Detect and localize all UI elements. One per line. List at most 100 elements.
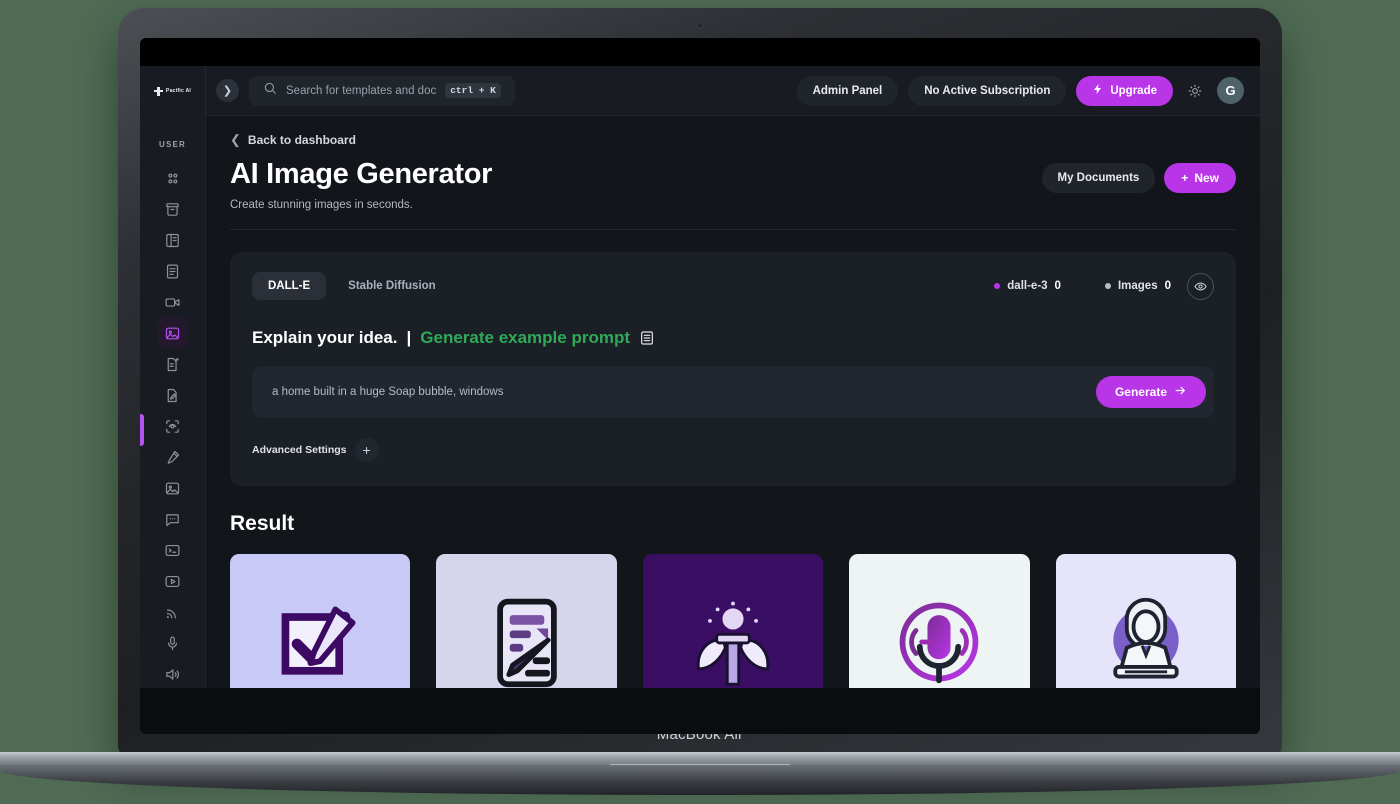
my-documents-button[interactable]: My Documents [1041,163,1156,193]
winged-sword-icon [685,594,781,690]
counter-value: 0 [1054,280,1061,293]
sidebar-item-dashboard[interactable] [158,163,188,193]
subscription-status-button[interactable]: No Active Subscription [908,75,1067,106]
sidebar-item-ai-writer[interactable] [158,349,188,379]
upgrade-label: Upgrade [1110,84,1157,97]
person-laptop-icon [1098,594,1194,690]
advanced-settings-row[interactable]: Advanced Settings + [252,438,1214,463]
new-button[interactable]: + New [1164,163,1236,193]
title-row: AI Image Generator Create stunning image… [230,158,1236,211]
back-to-dashboard-link[interactable]: ❮ Back to dashboard [230,132,1236,148]
upgrade-button[interactable]: Upgrade [1076,75,1173,106]
title-actions: My Documents + New [1041,158,1236,193]
model-tabs: DALL-E Stable Diffusion [252,272,452,301]
grid-dots-icon [164,170,181,187]
counters: dall-e-3 0 Images 0 [950,280,1171,292]
search-input[interactable]: Search for templates and doc ctrl + K [249,75,515,106]
sidebar-item-pen-tool[interactable] [158,442,188,472]
title-block: AI Image Generator Create stunning image… [230,158,492,211]
sidebar-item-file-edit[interactable] [158,380,188,410]
plus-icon: + [1181,171,1189,185]
prompt-value: a home built in a huge Soap bubble, wind… [272,386,504,399]
sidebar-section-label: USER [158,140,187,149]
sidebar-item-code[interactable] [158,535,188,565]
generate-label: Generate [1114,385,1167,400]
chat-bubble-icon [164,511,181,528]
chevron-left-icon: ❮ [230,132,241,147]
search-placeholder: Search for templates and doc [286,84,437,97]
sidebar-item-video[interactable] [158,287,188,317]
sidebar-item-documents[interactable] [158,256,188,286]
idea-label: Explain your idea. [252,328,398,348]
sidebar-item-templates[interactable] [158,225,188,255]
sidebar-item-media[interactable] [158,566,188,596]
document-sparkle-icon [164,356,181,373]
scan-eye-icon [164,418,181,435]
microphone-icon [164,635,181,652]
header-divider [230,229,1236,231]
sidebar-item-speech-to-text[interactable] [158,628,188,658]
advanced-settings-label: Advanced Settings [252,444,347,457]
checkbox-pencil-icon [272,594,368,690]
arrow-right-icon [1174,384,1187,400]
terminal-icon [164,542,181,559]
document-lines-icon [164,263,181,280]
brand[interactable]: Pacific AI [140,66,205,116]
back-label: Back to dashboard [247,133,356,147]
result-title: Result [230,512,295,536]
file-pencil-icon [164,387,181,404]
page-subtitle: Create stunning images in seconds. [230,199,413,212]
search-shortcut-badge: ctrl + K [445,83,501,98]
laptop-screen: Pacific AI USER ❯ Search for templates a… [140,38,1260,734]
webcam-dot [696,22,704,29]
page-header: ❮ Back to dashboard AI Image Generator C… [206,116,1260,231]
new-label: New [1194,171,1219,185]
prompt-input[interactable]: a home built in a huge Soap bubble, wind… [252,366,1214,419]
sidebar-nav-list [157,163,188,734]
archive-box-icon [164,201,181,218]
application-window: Pacific AI USER ❯ Search for templates a… [140,66,1260,734]
photo-icon [164,480,181,497]
counter-dall-e-3: dall-e-3 0 [994,280,1061,292]
list-document-icon[interactable] [639,330,655,346]
brand-name: Pacific AI [165,88,192,94]
idea-separator: | [406,328,412,348]
sidebar-item-feed[interactable] [158,597,188,627]
play-box-icon [164,573,181,590]
sidebar-item-text-to-speech[interactable] [158,659,188,689]
document-pencil-icon [479,594,575,690]
screen-bezel-bottom [140,688,1260,734]
laptop-frame: Pacific AI USER ❯ Search for templates a… [118,8,1282,756]
sidebar-item-vision[interactable] [158,411,188,441]
status-dot [994,283,1001,290]
search-icon [263,81,277,100]
bolt-icon [1092,83,1104,98]
eye-icon[interactable] [1187,272,1214,300]
sidebar-item-ai-image-generator[interactable] [157,318,188,348]
sun-icon[interactable] [1183,79,1207,103]
generator-card: DALL-E Stable Diffusion dall-e-3 0 Images 0 … [230,252,1236,487]
page-title: AI Image Generator [230,158,493,190]
status-dot [1104,283,1111,290]
generator-toolbar: DALL-E Stable Diffusion dall-e-3 0 Images 0 [252,272,1214,301]
speaker-icon [164,666,181,683]
generate-button[interactable]: Generate [1095,376,1206,409]
idea-row: Explain your idea. | Generate example pr… [252,328,1214,348]
sidebar-item-chat[interactable] [158,504,188,534]
model-tab-stable-diffusion[interactable]: Stable Diffusion [332,272,452,300]
model-tab-dall-e[interactable]: DALL-E [252,272,327,301]
page-content: ❮ Back to dashboard AI Image Generator C… [206,116,1260,734]
sidebar: Pacific AI USER [140,66,206,734]
video-camera-icon [164,294,181,311]
rss-icon [164,604,181,621]
plus-icon[interactable]: + [354,438,379,463]
chevron-right-icon[interactable]: ❯ [216,79,239,102]
avatar[interactable]: G [1217,77,1244,104]
main-column: ❯ Search for templates and doc ctrl + K … [206,66,1260,734]
active-indicator [140,414,144,446]
image-icon [164,325,181,342]
generate-example-prompt-link[interactable]: Generate example prompt [420,328,630,348]
sidebar-item-photo-studio[interactable] [158,473,188,503]
admin-panel-button[interactable]: Admin Panel [796,75,899,106]
sidebar-item-archive[interactable] [158,194,188,224]
